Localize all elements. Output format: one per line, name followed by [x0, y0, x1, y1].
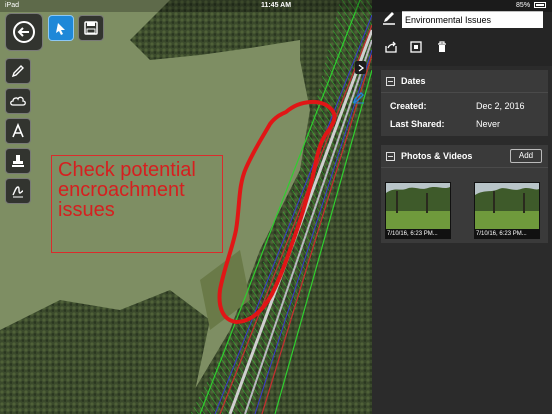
signature-tool-button[interactable]: [5, 178, 31, 204]
fit-view-icon[interactable]: [409, 40, 423, 54]
select-tool-button[interactable]: [48, 15, 74, 41]
dates-title: Dates: [401, 76, 426, 86]
photo-caption: 7/10/16, 6:23 PM...: [387, 231, 438, 237]
last-shared-label: Last Shared:: [390, 119, 445, 129]
save-button[interactable]: [78, 15, 104, 41]
properties-panel: Dates Created: Dec 2, 2016 Last Shared: …: [372, 0, 552, 414]
back-icon: [13, 21, 35, 43]
text-tool-button[interactable]: [5, 118, 31, 144]
cloud-tool-button[interactable]: [5, 88, 31, 114]
battery-icon: [534, 2, 546, 9]
created-label: Created:: [390, 101, 427, 111]
markup-title-field[interactable]: [402, 11, 543, 28]
last-shared-value: Never: [476, 119, 501, 129]
markup-pen-icon: [381, 10, 397, 26]
panel-collapse-tab[interactable]: [355, 61, 366, 74]
photos-section: Photos & Videos Add 7/10/16, 6:23 PM... …: [381, 145, 548, 243]
stamp-icon: [12, 155, 24, 167]
photo-caption: 7/10/16, 6:23 PM...: [476, 231, 527, 237]
photo-thumbnail[interactable]: 7/10/16, 6:23 PM...: [474, 182, 540, 239]
photo-thumbnail[interactable]: 7/10/16, 6:23 PM...: [385, 182, 451, 239]
save-icon: [84, 21, 98, 35]
pen-tool-button[interactable]: [5, 58, 31, 84]
text-callout[interactable]: Check potential encroachment issues: [51, 155, 223, 253]
cloud-icon: [10, 96, 26, 106]
clock: 11:45 AM: [260, 2, 292, 9]
pen-icon: [11, 65, 24, 78]
battery-percent: 85%: [516, 2, 531, 9]
dates-section: Dates Created: Dec 2, 2016 Last Shared: …: [381, 70, 548, 136]
dates-header[interactable]: Dates: [381, 70, 548, 93]
stamp-tool-button[interactable]: [5, 148, 31, 174]
battery-indicator: 85%: [516, 2, 546, 9]
callout-text: Check potential encroachment issues: [58, 159, 196, 221]
trash-icon[interactable]: [435, 40, 449, 54]
created-value: Dec 2, 2016: [476, 101, 525, 111]
edit-markup-icon[interactable]: [352, 90, 366, 104]
photo-image: [475, 183, 539, 229]
collapse-icon: [386, 76, 395, 86]
status-bar: iPad 11:45 AM 85%: [0, 0, 552, 12]
share-icon[interactable]: [384, 40, 398, 54]
collapse-icon: [386, 151, 395, 161]
add-photo-button[interactable]: Add: [510, 149, 542, 163]
select-icon: [56, 23, 65, 35]
signature-icon: [12, 186, 24, 198]
photos-title: Photos & Videos: [401, 151, 473, 161]
back-button[interactable]: [5, 13, 43, 51]
photos-header[interactable]: Photos & Videos Add: [381, 145, 548, 168]
text-icon: [12, 123, 24, 138]
chevron-right-icon: [358, 63, 364, 72]
photo-image: [386, 183, 450, 229]
